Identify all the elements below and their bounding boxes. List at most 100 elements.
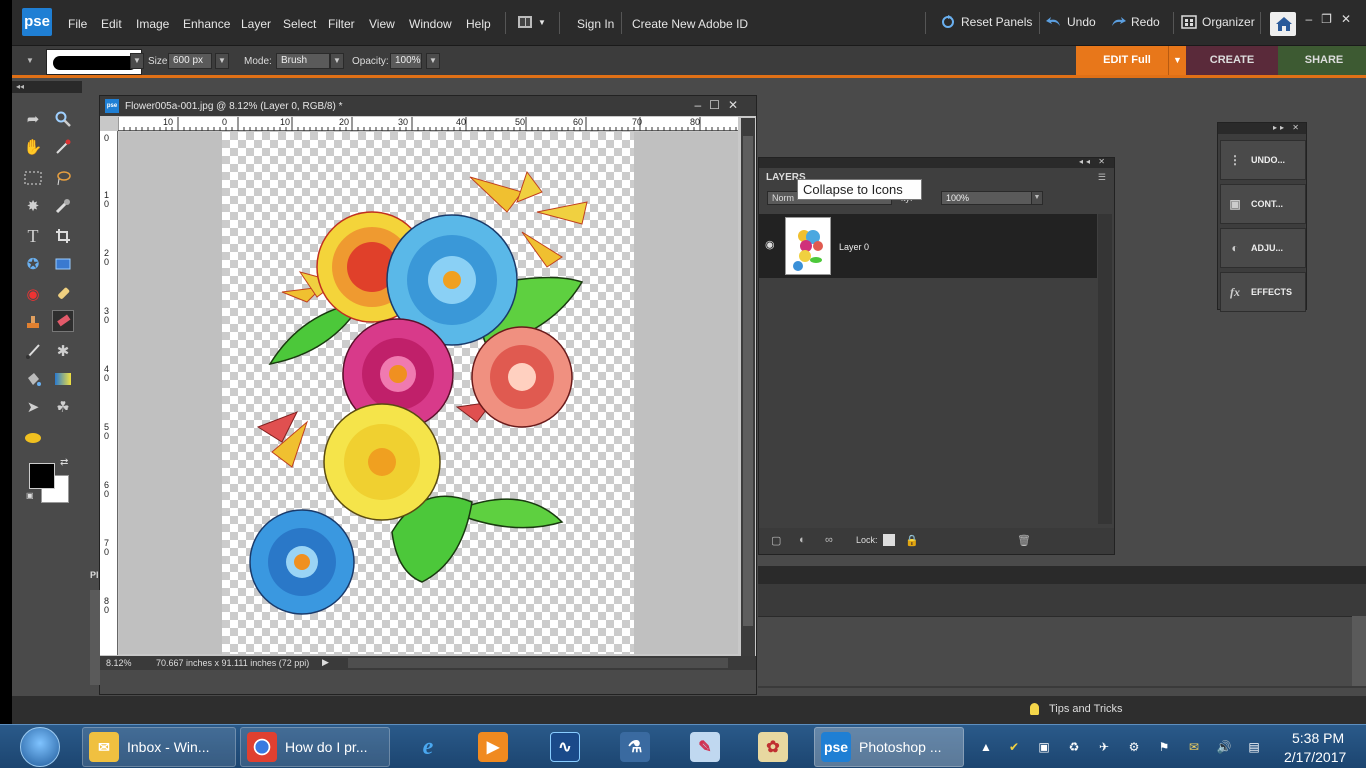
swap-colors-icon[interactable]: ⇄ <box>60 457 68 468</box>
tab-edit-full[interactable]: EDIT Full <box>1076 46 1178 75</box>
crop-tool-icon[interactable] <box>52 225 74 247</box>
tray-app-icon[interactable]: ▣ <box>1036 739 1052 755</box>
create-adobe-id-link[interactable]: Create New Adobe ID <box>632 17 748 31</box>
red-eye-tool-icon[interactable]: ◉ <box>22 283 44 305</box>
internet-explorer-icon[interactable]: e <box>413 732 443 762</box>
paint-palette-icon[interactable]: ✿ <box>758 732 788 762</box>
effects-button[interactable]: fx EFFECTS <box>1220 272 1306 312</box>
menu-window[interactable]: Window <box>409 17 452 31</box>
straighten-tool-icon[interactable] <box>52 253 74 275</box>
sign-in-link[interactable]: Sign In <box>577 17 614 31</box>
mode-dropdown-arrow[interactable]: ▼ <box>330 53 344 69</box>
opacity-slider-button[interactable]: ▼ <box>426 53 440 69</box>
layers-panel-header[interactable]: ◂◂ ✕ <box>759 157 1114 168</box>
menu-filter[interactable]: Filter <box>328 17 355 31</box>
icon-panel-header[interactable]: ▸▸ ✕ <box>1218 123 1306 134</box>
close-icon[interactable]: ✕ <box>728 98 746 112</box>
taskbar-item-photoshop[interactable]: pse Photoshop ... <box>814 727 964 767</box>
taskbar-item-chrome[interactable]: How do I pr... <box>240 727 390 767</box>
show-hidden-icons-chevron-icon[interactable]: ▲ <box>978 739 994 755</box>
link-icon[interactable]: ∞ <box>825 534 833 546</box>
spot-healing-tool-icon[interactable] <box>52 283 74 305</box>
menu-help[interactable]: Help <box>466 17 491 31</box>
mode-select[interactable]: Brush <box>276 53 330 69</box>
undo-history-button[interactable]: ⋮ UNDO... <box>1220 140 1306 180</box>
arrange-documents-button[interactable]: ▼ <box>517 14 546 30</box>
reset-panels-button[interactable]: Reset Panels <box>940 14 1032 30</box>
opacity-input[interactable]: 100% <box>390 53 422 69</box>
layer-row[interactable]: ◉ Layer 0 <box>759 214 1097 278</box>
panel-controls-icon[interactable]: ▸▸ ✕ <box>1273 123 1302 132</box>
action-center-flag-icon[interactable]: ⚑ <box>1156 739 1172 755</box>
edit-mode-chevron-icon[interactable]: ▼ <box>1168 46 1186 75</box>
tray-sync-icon[interactable]: ♻ <box>1066 739 1082 755</box>
media-player-icon[interactable]: ▶ <box>478 732 508 762</box>
document-horizontal-scrollbar[interactable] <box>348 658 728 668</box>
menu-image[interactable]: Image <box>136 17 169 31</box>
smart-brush-tool-icon[interactable]: ✱ <box>52 340 74 362</box>
size-slider-button[interactable]: ▼ <box>215 53 229 69</box>
stocks-app-icon[interactable]: ∿ <box>550 732 580 762</box>
adjustment-layer-icon[interactable]: ◐ <box>799 534 806 546</box>
layer-name[interactable]: Layer 0 <box>839 242 869 252</box>
notification-icon[interactable]: ✉ <box>1186 739 1202 755</box>
image-canvas[interactable] <box>119 132 738 654</box>
security-check-icon[interactable]: ✔ <box>1006 739 1022 755</box>
zoom-tool-icon[interactable] <box>52 108 74 130</box>
foreground-color-swatch[interactable] <box>29 463 55 489</box>
redo-button[interactable]: Redo <box>1110 14 1160 30</box>
new-layer-icon[interactable]: ▢ <box>771 534 781 547</box>
toolbox-header[interactable]: ◂◂ <box>12 81 82 93</box>
brush-picker-dropdown[interactable]: ▼ <box>130 53 144 69</box>
panel-controls-icon[interactable]: ◂◂ ✕ <box>1079 157 1108 166</box>
lock-icon[interactable]: 🔒 <box>905 534 919 547</box>
brush-tool-icon[interactable] <box>22 340 44 362</box>
eyedropper-tool-icon[interactable] <box>52 136 74 158</box>
tray-connect-icon[interactable]: ✈ <box>1096 739 1112 755</box>
menu-edit[interactable]: Edit <box>101 17 122 31</box>
status-menu-arrow-icon[interactable]: ▶ <box>322 657 329 668</box>
lasso-tool-icon[interactable] <box>52 167 74 189</box>
default-colors-icon[interactable]: ▣ <box>26 491 34 500</box>
panel-menu-icon[interactable]: ☰ <box>1098 172 1106 183</box>
organizer-button[interactable]: Organizer <box>1181 14 1255 30</box>
tips-and-tricks[interactable]: Tips and Tricks <box>1030 703 1123 715</box>
layers-scrollbar[interactable] <box>1098 214 1112 524</box>
cookie-cutter-tool-icon[interactable]: ✪ <box>22 253 44 275</box>
home-button[interactable] <box>1270 12 1296 36</box>
maximize-icon[interactable]: ☐ <box>709 98 728 112</box>
menu-file[interactable]: File <box>68 17 87 31</box>
paint-tool-icon[interactable]: ✎ <box>690 732 720 762</box>
custom-shape-tool-icon[interactable]: ➤ <box>22 396 44 418</box>
tray-device-icon[interactable]: ⚙ <box>1126 739 1142 755</box>
menu-view[interactable]: View <box>369 17 395 31</box>
hand-tool-icon[interactable]: ✋ <box>22 136 44 158</box>
layer-opacity-dropdown[interactable]: ▼ <box>1031 191 1043 205</box>
content-button[interactable]: ▣ CONT... <box>1220 184 1306 224</box>
restore-icon[interactable]: ❐ <box>1321 12 1341 26</box>
document-titlebar[interactable]: pse Flower005a-001.jpg @ 8.12% (Layer 0,… <box>100 96 756 116</box>
brush-preview[interactable] <box>46 49 142 75</box>
network-icon[interactable]: ▤ <box>1246 739 1262 755</box>
gradient-tool-icon[interactable] <box>52 368 74 390</box>
document-vertical-scrollbar[interactable] <box>741 118 755 656</box>
project-bin-scrollbar[interactable] <box>1352 616 1366 686</box>
move-tool-icon[interactable]: ➦ <box>22 108 44 130</box>
minimize-icon[interactable]: – <box>1305 12 1321 26</box>
close-icon[interactable]: ✕ <box>1341 12 1360 26</box>
zoom-value[interactable]: 8.12% <box>106 658 132 668</box>
lock-transparency-icon[interactable] <box>883 534 895 546</box>
tab-share[interactable]: SHARE <box>1278 46 1366 75</box>
start-button[interactable] <box>20 727 60 767</box>
eye-icon[interactable]: ◉ <box>765 238 775 251</box>
network-app-icon[interactable]: ⚗ <box>620 732 650 762</box>
tool-preset-chevron-icon[interactable]: ▼ <box>26 56 34 65</box>
type-tool-icon[interactable]: T <box>22 225 44 247</box>
eraser-tool-icon[interactable] <box>52 310 74 332</box>
taskbar-item-inbox[interactable]: ✉ Inbox - Win... <box>82 727 236 767</box>
menu-enhance[interactable]: Enhance <box>183 17 230 31</box>
quick-selection-tool-icon[interactable] <box>52 195 74 217</box>
paint-bucket-tool-icon[interactable] <box>22 368 44 390</box>
project-bin-header[interactable] <box>758 566 1366 584</box>
minimize-icon[interactable]: – <box>694 98 709 112</box>
